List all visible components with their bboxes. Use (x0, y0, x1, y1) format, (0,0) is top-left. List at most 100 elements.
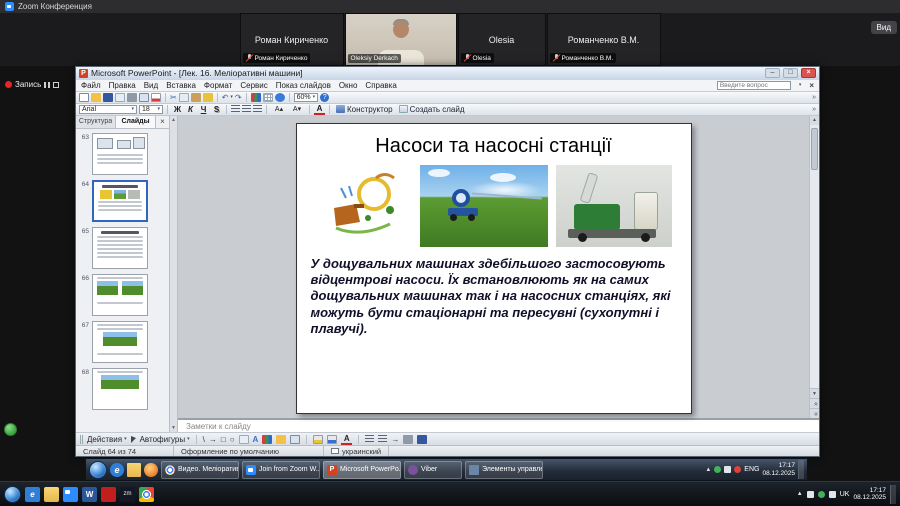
new-slide-button[interactable]: Создать слайд (397, 105, 467, 114)
slide-thumbnail-63[interactable] (92, 133, 148, 175)
text-shadow-button[interactable]: S (211, 105, 222, 114)
toolbar-grip[interactable] (80, 435, 83, 444)
question-dropdown-icon[interactable]: ▾ (799, 82, 802, 88)
taskbar-button-zoom[interactable]: Join from Zoom W... (242, 461, 320, 479)
slide-thumbnail-64-selected[interactable] (92, 180, 148, 222)
select-pointer-icon[interactable] (131, 436, 136, 443)
toolbar-options-icon[interactable]: » (812, 106, 816, 113)
hidden-icons-chevron[interactable]: ▲ (797, 491, 803, 497)
insert-diagram-icon[interactable] (262, 435, 272, 444)
draw-actions-button[interactable]: Действия ▾ (87, 435, 127, 444)
tray-network-icon[interactable] (807, 491, 814, 498)
email-icon[interactable] (115, 93, 125, 102)
font-size-combo[interactable]: 18 ▾ (139, 105, 163, 114)
print-icon[interactable] (127, 93, 137, 102)
menu-edit[interactable]: Правка (109, 81, 136, 90)
align-center-icon[interactable] (242, 105, 251, 113)
participant-tile-video[interactable]: Oleksiy Derkach (345, 13, 457, 66)
scroll-up-icon[interactable]: ▲ (810, 116, 819, 125)
language-indicator[interactable]: UK (840, 491, 850, 498)
tray-status-icon[interactable] (818, 491, 825, 498)
taskbar-button-control-panel[interactable]: Элементы управле... (465, 461, 543, 479)
next-slide-button[interactable]: » (810, 408, 819, 418)
menu-view[interactable]: Вид (144, 81, 158, 90)
decrease-font-button[interactable]: А▾ (289, 105, 305, 113)
shadow-style-icon[interactable] (403, 435, 413, 444)
align-right-icon[interactable] (253, 105, 262, 113)
explorer-folder-icon[interactable] (44, 487, 59, 502)
insert-hyperlink-icon[interactable] (275, 93, 285, 102)
bold-button[interactable]: Ж (172, 105, 183, 114)
language-indicator[interactable]: ENG (744, 466, 759, 473)
help-icon[interactable]: ? (320, 93, 329, 102)
tray-status-icon[interactable] (714, 466, 721, 473)
menu-slideshow[interactable]: Показ слайдов (276, 81, 331, 90)
zoom-view-button[interactable]: Вид (871, 21, 897, 34)
clock[interactable]: 17:17 08.12.2025 (762, 462, 795, 477)
dash-style-icon[interactable] (378, 435, 387, 443)
slide-canvas[interactable]: Насоси та насосні станції (296, 123, 692, 414)
tab-outline[interactable]: Структура (76, 116, 116, 128)
save-icon[interactable] (103, 93, 113, 102)
tab-slides[interactable]: Слайды (116, 116, 156, 128)
notes-area[interactable]: Заметки к слайду (178, 418, 819, 432)
slide-thumbnail-68[interactable] (92, 368, 148, 410)
new-icon[interactable] (79, 93, 89, 102)
underline-button[interactable]: Ч (198, 105, 209, 114)
slide-scrollbar[interactable]: ▲ ▼ « » (809, 116, 819, 418)
menu-tools[interactable]: Сервис (240, 81, 267, 90)
menu-insert[interactable]: Вставка (166, 81, 196, 90)
tray-recording-icon[interactable] (734, 466, 741, 473)
cut-icon[interactable]: ✂ (170, 93, 177, 102)
menu-format[interactable]: Формат (204, 81, 232, 90)
zoom-combo[interactable]: 60% ▾ (294, 93, 319, 102)
acrobat-icon[interactable] (101, 487, 116, 502)
word-icon[interactable]: W (82, 487, 97, 502)
slide-thumbnail-66[interactable] (92, 274, 148, 316)
fill-color-icon[interactable] (313, 435, 323, 444)
design-button[interactable]: Конструктор (334, 105, 395, 114)
insert-table-icon[interactable] (263, 93, 273, 102)
taskbar-button-viber[interactable]: Viber (404, 461, 462, 479)
arrow-style-icon[interactable]: → (391, 435, 399, 444)
minimize-button[interactable]: – (765, 68, 780, 78)
pause-recording-button[interactable] (44, 82, 50, 88)
spelling-icon[interactable] (151, 93, 161, 102)
slide-thumbnail-67[interactable] (92, 321, 148, 363)
menu-file[interactable]: Файл (81, 81, 101, 90)
print-preview-icon[interactable] (139, 93, 149, 102)
rectangle-tool-icon[interactable]: □ (221, 435, 226, 444)
green-indicator-icon[interactable] (4, 423, 17, 436)
start-button[interactable] (4, 486, 21, 503)
irrigation-machine-photo[interactable] (420, 165, 548, 247)
explorer-folder-icon[interactable] (127, 463, 141, 477)
close-panel-icon[interactable]: × (156, 116, 169, 128)
insert-chart-icon[interactable] (251, 93, 261, 102)
align-left-icon[interactable] (231, 105, 240, 113)
font-color-icon[interactable]: А (341, 434, 352, 445)
zoom-app-icon[interactable] (63, 487, 78, 502)
threed-style-icon[interactable] (417, 435, 427, 444)
slide-body-text[interactable]: У дощувальних машинах здебільшого застос… (311, 256, 677, 337)
show-desktop-button[interactable] (798, 460, 804, 479)
line-tool-icon[interactable]: \ (203, 435, 205, 444)
internet-explorer-icon[interactable]: e (25, 487, 40, 502)
chrome-icon[interactable] (139, 487, 154, 502)
line-style-icon[interactable] (365, 435, 374, 443)
hidden-icons-chevron[interactable]: ▲ (705, 467, 711, 473)
internet-explorer-icon[interactable]: e (110, 463, 124, 477)
participant-tile[interactable]: Роман Кириченко Роман Кириченко (240, 13, 344, 66)
menu-window[interactable]: Окно (339, 81, 358, 90)
start-button[interactable] (89, 461, 107, 479)
participant-tile[interactable]: Olesia Olesia (458, 13, 546, 66)
autoshapes-button[interactable]: Автофигуры ▾ (140, 435, 190, 444)
show-desktop-button[interactable] (890, 485, 896, 504)
close-button[interactable]: × (801, 68, 816, 78)
close-document-icon[interactable]: × (809, 81, 814, 90)
scroll-down-icon[interactable]: ▼ (810, 388, 819, 398)
arrow-tool-icon[interactable]: → (209, 435, 217, 444)
sprinkler-clipart-image[interactable] (316, 166, 412, 246)
redo-icon[interactable]: ↷ (235, 93, 242, 102)
undo-dropdown-icon[interactable]: ▾ (230, 94, 233, 100)
maximize-button[interactable]: □ (783, 68, 798, 78)
